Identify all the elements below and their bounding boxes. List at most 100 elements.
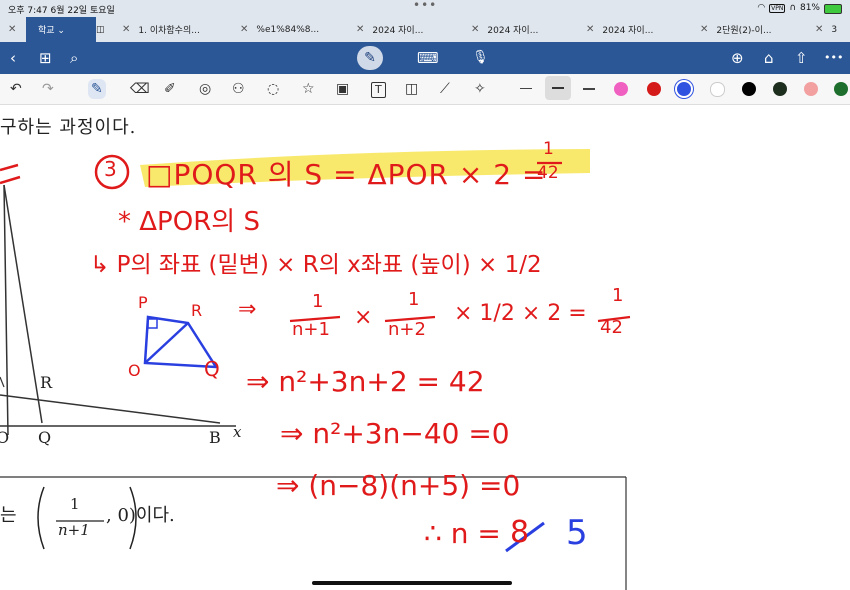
document-page[interactable]: 구하는 과정이다. R O Q B x 는 1 n+1 , 0)이다. 3 □P… (0, 105, 850, 590)
split-view-icon[interactable]: ◫ (96, 17, 105, 42)
green-swatch[interactable] (834, 82, 848, 96)
tab-1[interactable]: ✕ 1. 이차함수의... (122, 17, 232, 42)
thin-line-option[interactable] (520, 88, 532, 89)
white-swatch[interactable] (710, 82, 725, 97)
laser-pointer-icon[interactable]: ✧ (474, 79, 486, 99)
multitask-dots[interactable]: ••• (413, 0, 437, 12)
tab-6[interactable]: ✕ 2단원(2)-이... (700, 17, 810, 42)
note-circle-number: 3 (104, 157, 117, 181)
printed-diagonal-line (0, 394, 221, 424)
note-frac1-den: n+1 (292, 319, 330, 340)
printed-left-paren (37, 486, 45, 550)
pink-swatch[interactable] (614, 82, 628, 96)
red-swatch[interactable] (647, 82, 661, 96)
note-frac2-num: 1 (408, 289, 420, 310)
tool-palette: ↶ ↷ ✎ ⌫ ✐ ◎ ⚇ ◌ ☆ ▣ T ◫ ⟋ ✧ (0, 74, 850, 105)
note-line8-answer: 5 (566, 513, 588, 553)
diagram-label-P: P (138, 293, 148, 312)
tab-3[interactable]: ✕ 2024 자이... (356, 17, 466, 42)
right-angle-mark (147, 318, 158, 329)
tab-label: 1. 이차함수의... (138, 26, 200, 36)
headphone-icon: ∩ (789, 3, 796, 13)
printed-label-Q: Q (38, 428, 52, 447)
note-line2: * ΔPOR의 S (118, 207, 260, 237)
printed-label-R: R (40, 373, 53, 392)
ruler-icon[interactable]: ⟋ (440, 79, 450, 99)
pen-tool-icon[interactable]: ✎ (88, 79, 106, 99)
home-indicator[interactable] (312, 581, 512, 585)
note-frac4-den: 42 (600, 317, 623, 338)
note-line1-frac-den: 42 (537, 163, 559, 183)
note-line4-rest: × 1/2 × 2 = (454, 301, 587, 326)
sticker-icon[interactable]: ☆ (302, 79, 315, 99)
note-line3: ↳ P의 좌표 (밑변) × R의 x좌표 (높이) × 1/2 (90, 252, 542, 278)
printed-bottom-suffix: , 0)이다. (106, 505, 175, 526)
status-bar: 오후 7:47 6월 22일 토요일 ••• ◠ VPN ∩ 81% (0, 0, 850, 17)
camera-icon[interactable]: ◫ (405, 79, 418, 99)
back-button[interactable]: ‹ (10, 48, 16, 68)
thick-line-option[interactable] (583, 88, 595, 90)
text-tool-icon[interactable]: T (371, 82, 386, 98)
lasso-icon[interactable]: ◌ (267, 79, 279, 99)
status-right: ◠ VPN ∩ 81% (757, 3, 842, 14)
note-line1-frac-num: 1 (543, 139, 554, 159)
pen-mode-button[interactable]: ✎ (357, 46, 383, 70)
dark-swatch[interactable] (773, 82, 787, 96)
more-icon[interactable]: ••• (824, 48, 843, 68)
element-tool-icon[interactable]: ⚇ (232, 79, 245, 99)
note-times: × (354, 305, 373, 330)
keyboard-icon[interactable]: ⌨ (417, 48, 439, 68)
diagram-label-R: R (191, 301, 203, 320)
tab-close-0[interactable]: ✕ (8, 17, 24, 42)
tab-bar: ✕ 학교 ⌄ ◫ ✕ 1. 이차함수의... ✕ %e1%84%8... ✕ 2024… (0, 17, 850, 42)
printed-frac-num: 1 (70, 495, 80, 513)
shape-tool-icon[interactable]: ◎ (199, 79, 211, 99)
left-edge-mark (0, 163, 21, 185)
battery-percent: 81% (799, 3, 820, 13)
image-icon[interactable]: ▣ (336, 79, 349, 99)
note-frac1-num: 1 (312, 291, 324, 312)
bookmark-icon[interactable]: ⌂ (764, 48, 774, 68)
undo-icon[interactable]: ↶ (10, 79, 22, 99)
note-line7: ⇒ (n−8)(n+5) =0 (276, 469, 521, 502)
tab-school-folder[interactable]: 학교 ⌄ (26, 17, 96, 42)
tab-4[interactable]: ✕ 2024 자이... (471, 17, 581, 42)
note-frac2-den: n+2 (388, 319, 426, 340)
note-line4-arrow: ⇒ (238, 297, 257, 322)
tab-label: 2024 자이... (372, 26, 424, 36)
share-icon[interactable]: ⇧ (795, 48, 808, 68)
printed-label-O: O (0, 428, 10, 447)
printed-y-axis-line (3, 184, 9, 436)
tab-label: 2024 자이... (487, 26, 539, 36)
note-line6: ⇒ n²+3n−40 =0 (280, 417, 510, 450)
tab-label: %e1%84%8... (256, 24, 320, 35)
note-line8-crossed: 8 (510, 515, 530, 550)
printed-label-x: x (233, 423, 242, 441)
printed-slanted-line (3, 184, 43, 424)
status-time-date: 오후 7:47 6월 22일 토요일 (8, 6, 115, 16)
light-red-swatch[interactable] (804, 82, 818, 96)
tab-label: 2024 자이... (602, 26, 654, 36)
note-frac4-num: 1 (612, 285, 624, 306)
blue-swatch-selected[interactable] (677, 82, 691, 96)
black-swatch[interactable] (742, 82, 756, 96)
redo-icon[interactable]: ↷ (42, 79, 54, 99)
diagram-label-O: O (128, 361, 141, 380)
tab-label: 학교 ⌄ (38, 26, 65, 36)
search-icon[interactable]: ⌕ (70, 48, 78, 68)
eraser-icon[interactable]: ⌫ (130, 79, 150, 99)
tab-5[interactable]: ✕ 2024 자이... (586, 17, 696, 42)
medium-line-option[interactable] (545, 76, 571, 100)
highlighter-icon[interactable]: ✐ (164, 79, 176, 99)
battery-icon (824, 4, 842, 14)
tab-7[interactable]: ✕ 3 (815, 17, 850, 42)
tab-label: 3 (831, 24, 838, 35)
grid-view-icon[interactable]: ⊞ (39, 48, 52, 68)
printed-tick (0, 376, 5, 388)
diagonal-OR (144, 322, 189, 364)
diagram-label-Q: Q (204, 357, 220, 381)
printed-bottom-prefix: 는 (0, 505, 17, 526)
tab-2[interactable]: ✕ %e1%84%8... (240, 17, 350, 42)
add-page-icon[interactable]: ⊕ (731, 48, 744, 68)
mic-icon[interactable]: 🎙 (472, 48, 489, 68)
